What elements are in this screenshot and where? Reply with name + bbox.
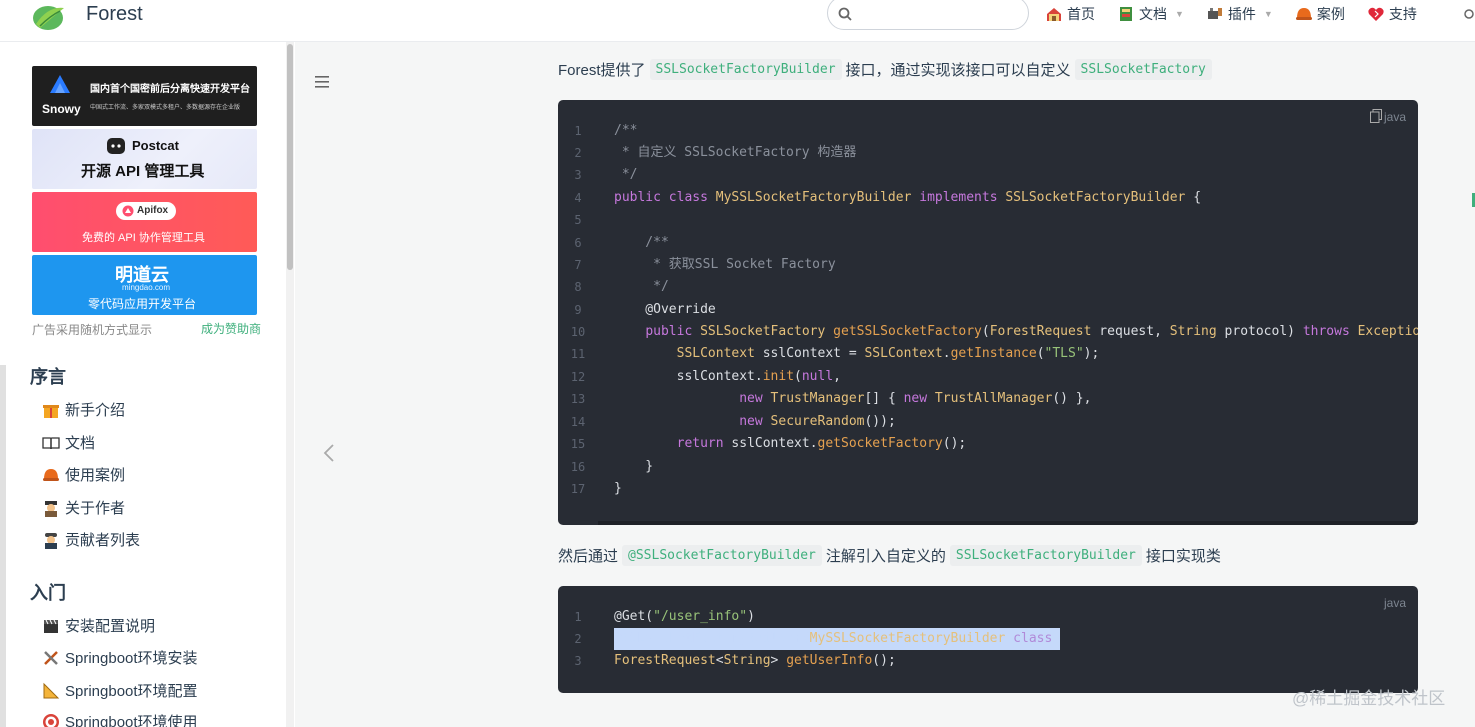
nav-docs[interactable]: 文档 ▼: [1117, 4, 1184, 24]
become-sponsor-link[interactable]: 成为赞助商: [201, 320, 261, 337]
inline-code: SSLSocketFactoryBuilder: [949, 545, 1142, 566]
ad-apifox[interactable]: Apifox 免费的 API 协作管理工具: [32, 192, 257, 252]
sidebar-item-springboot-config[interactable]: Springboot环境配置: [42, 680, 198, 701]
language-icon[interactable]: [1463, 6, 1475, 22]
chevron-left-icon[interactable]: [322, 443, 336, 463]
code-line-highlighted: 2 @SSLSocketFactoryBuilder(MySSLSocketFac…: [558, 628, 1418, 650]
horizontal-scrollbar[interactable]: [598, 521, 1418, 525]
code-line: 11 SSLContext sslContext = SSLContext.ge…: [570, 346, 1100, 361]
search-box[interactable]: [827, 0, 1029, 30]
triangle-ruler-icon: [43, 682, 60, 698]
nav-plugins[interactable]: 插件 ▼: [1206, 4, 1273, 24]
sidebar-item-cases[interactable]: 使用案例: [42, 464, 125, 485]
paragraph-1: Forest提供了 SSLSocketFactoryBuilder 接口，通过实…: [558, 59, 1216, 80]
sidebar-item-docs[interactable]: 文档: [42, 432, 95, 453]
code-line: 16 }: [570, 459, 654, 474]
ad-note: 广告采用随机方式显示: [32, 323, 153, 337]
site-title[interactable]: Forest: [86, 3, 143, 26]
code-block-2[interactable]: java 1 @Get("/user_info") 2 @SSLSocketFact…: [558, 586, 1418, 693]
plugin-icon: [1207, 8, 1222, 19]
book-icon: [1120, 7, 1132, 21]
code-line: 8 */: [574, 279, 669, 294]
search-input[interactable]: [860, 3, 1020, 25]
heart-icon: [1368, 7, 1384, 21]
sidebar-section-preface[interactable]: 序言: [30, 363, 66, 389]
detective-icon: [45, 500, 57, 517]
sidebar-section-getting-started[interactable]: 入门: [30, 579, 66, 605]
code-line: 13 new TrustManager[] { new TrustAllMana…: [570, 391, 1092, 406]
worker-icon: [45, 532, 57, 549]
ad-mingdao[interactable]: 明道云 mingdao.com 零代码应用开发平台: [32, 255, 257, 315]
chevron-down-icon: ▼: [1175, 9, 1184, 19]
paragraph-2: 然后通过 @SSLSocketFactoryBuilder 注解引入自定义的 S…: [558, 545, 1221, 566]
sidebar-item-install-config[interactable]: 安装配置说明: [42, 615, 155, 636]
forest-logo-icon[interactable]: [30, 2, 68, 32]
nav-support[interactable]: 支持: [1367, 4, 1417, 24]
menu-toggle-icon[interactable]: [314, 74, 330, 90]
code-line: 10 public SSLSocketFactory getSSLSocketF…: [570, 324, 1418, 339]
watermark: @稀土掘金技术社区: [1292, 689, 1446, 708]
clapper-icon: [44, 619, 58, 633]
sidebar-item-springboot-usage[interactable]: Springboot环境使用: [42, 711, 198, 727]
sidebar-item-author[interactable]: 关于作者: [42, 497, 125, 518]
code-line: 4 public class MySSLSocketFactoryBuilder …: [574, 190, 1202, 205]
sidebar: Snowy 国内首个国密前后分离快速开发平台 中国式工作流、多家双模式多租户、多…: [6, 42, 294, 727]
ad-snowy[interactable]: Snowy 国内首个国密前后分离快速开发平台 中国式工作流、多家双模式多租户、多…: [32, 66, 257, 126]
target-icon: [43, 713, 59, 727]
inline-code: SSLSocketFactory: [1074, 59, 1212, 80]
code-line: 12 sslContext.init(null,: [570, 369, 841, 384]
code-line: 7 * 获取SSL Socket Factory: [574, 257, 836, 272]
code-line: 5: [574, 213, 582, 227]
nav-cases[interactable]: 案例: [1295, 4, 1345, 24]
sidebar-scrollbar-thumb[interactable]: [287, 44, 293, 270]
gift-icon: [43, 404, 59, 418]
code-block-1[interactable]: java 1/** 2 * 自定义 SSLSocketFactory 构造器 3…: [558, 100, 1418, 525]
sidebar-item-contributors[interactable]: 贡献者列表: [42, 529, 140, 550]
tools-icon: [44, 650, 58, 665]
ad-postcat[interactable]: Postcat 开源 API 管理工具: [32, 129, 257, 189]
sidebar-item-intro[interactable]: 新手介绍: [42, 399, 125, 420]
snowy-logo-icon: [50, 75, 70, 93]
code-line: 3 ForestRequest<String> getUserInfo();: [574, 653, 896, 668]
chevron-down-icon: ▼: [1263, 9, 1273, 19]
code-line: 6 /**: [574, 235, 669, 250]
code-line: 1/**: [574, 123, 638, 138]
nav-home[interactable]: 首页: [1045, 4, 1095, 24]
top-navbar: Forest 首页 文档 ▼ 插件 ▼ 案例 支持: [0, 0, 1475, 42]
postcat-logo-icon: [107, 138, 125, 154]
inline-code: @SSLSocketFactoryBuilder: [622, 545, 822, 566]
apifox-logo-icon: [122, 205, 134, 217]
case-icon: [1295, 8, 1312, 20]
book-open-icon: [42, 436, 60, 449]
home-icon: [1047, 8, 1061, 21]
nav-links: 首页 文档 ▼ 插件 ▼ 案例 支持: [1045, 4, 1439, 24]
code-line: 14 new SecureRandom());: [570, 414, 896, 429]
code-line: 3 */: [574, 167, 638, 182]
case-icon: [43, 468, 59, 481]
search-icon: [838, 7, 852, 21]
code-line: 2 * 自定义 SSLSocketFactory 构造器: [574, 145, 857, 160]
inline-code: SSLSocketFactoryBuilder: [649, 59, 842, 80]
code-line: 15 return sslContext.getSocketFactory();: [570, 436, 967, 451]
code-line: 9 @Override: [574, 302, 716, 317]
code-line: 17}: [570, 481, 622, 496]
sidebar-item-springboot-install[interactable]: Springboot环境安装: [42, 647, 198, 668]
code-line: 1 @Get("/user_info"): [574, 609, 755, 624]
